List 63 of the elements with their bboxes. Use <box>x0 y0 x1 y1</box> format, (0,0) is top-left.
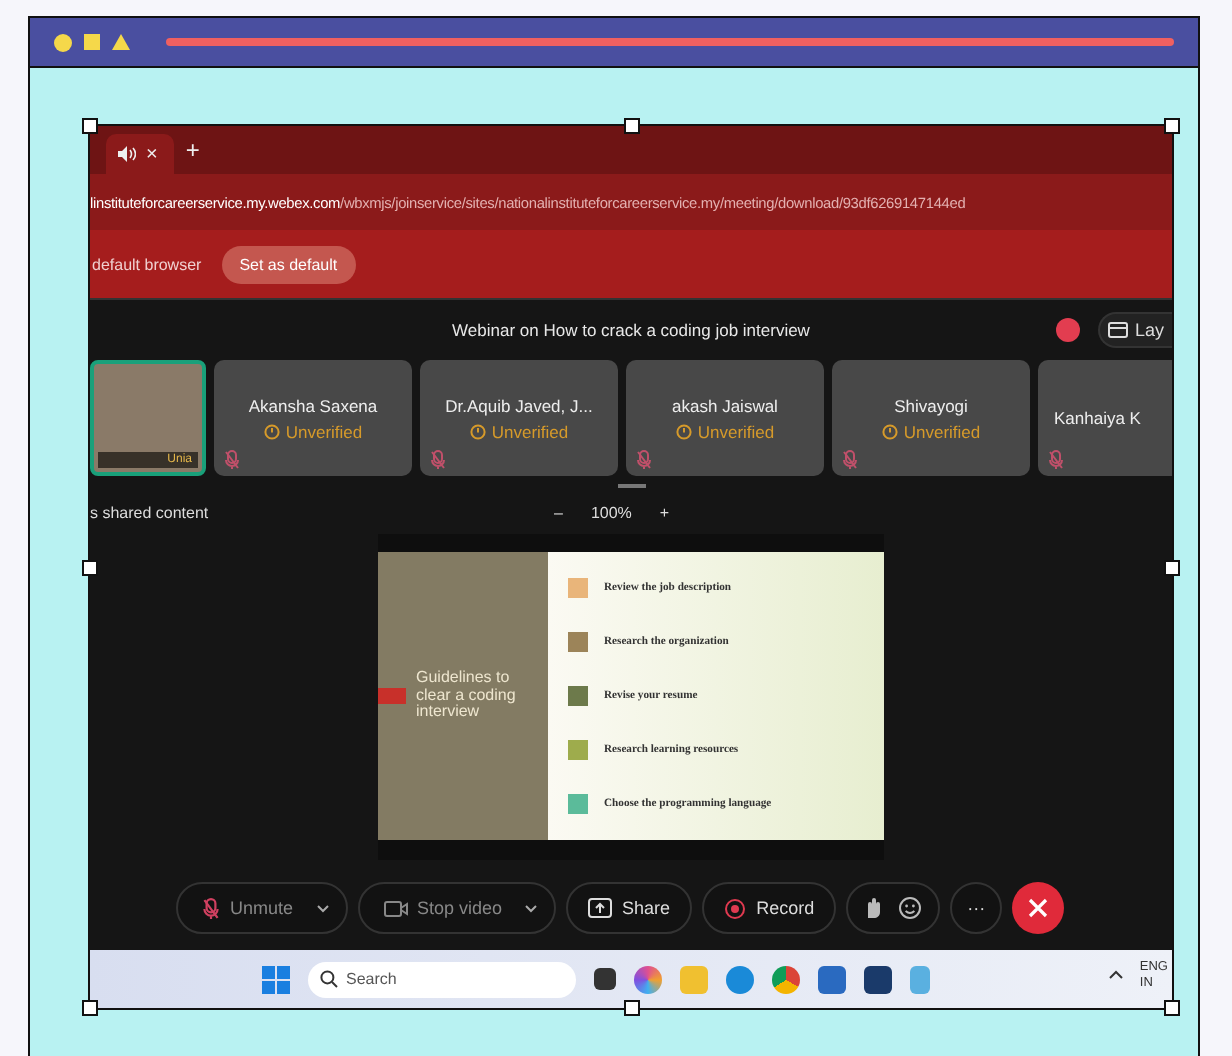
leave-button[interactable] <box>1012 882 1065 934</box>
circle-icon <box>54 33 72 51</box>
set-default-button[interactable]: Set as default <box>221 245 356 283</box>
new-tab-button[interactable]: + <box>185 136 200 164</box>
zoom-in-button[interactable]: + <box>659 503 670 521</box>
slide-title: Guidelines to clear a coding interview <box>416 670 518 722</box>
meeting-title: Webinar on How to crack a coding job interview <box>452 320 810 340</box>
resize-handle[interactable] <box>623 118 639 134</box>
hand-icon[interactable] <box>864 896 883 920</box>
share-icon <box>588 898 613 918</box>
participant-name: Dr.Aquib Javed, J... <box>445 395 593 415</box>
clock-icon <box>263 423 280 439</box>
record-button[interactable]: Record <box>702 882 837 934</box>
muted-mic-icon <box>842 450 858 470</box>
square-icon <box>84 34 100 50</box>
more-button[interactable]: ··· <box>950 882 1003 934</box>
search-field[interactable]: Search <box>308 961 576 997</box>
caret-icon <box>524 903 539 913</box>
muted-mic-icon <box>636 450 652 470</box>
browser-tab[interactable]: × <box>106 134 174 174</box>
caret-icon[interactable] <box>1108 970 1124 980</box>
shared-content-label: s shared content <box>90 503 209 521</box>
participant-name: Akansha Saxena <box>248 395 378 415</box>
muted-mic-icon <box>202 897 220 919</box>
participant-status: Unverified <box>881 421 981 441</box>
emoji-icon[interactable] <box>898 896 923 920</box>
tab-close[interactable]: × <box>146 143 158 165</box>
muted-mic-icon <box>224 450 240 470</box>
participant-name: Kanhaiya K <box>1054 408 1141 428</box>
resize-handle[interactable] <box>1164 559 1180 575</box>
speaker-icon <box>118 146 136 162</box>
unmute-button[interactable]: Unmute <box>176 882 348 934</box>
search-icon <box>320 970 338 988</box>
resize-handle[interactable] <box>82 559 98 575</box>
zoom-out-button[interactable]: – <box>554 503 563 521</box>
caret-icon <box>315 903 330 913</box>
muted-mic-icon <box>1048 450 1064 470</box>
layout-button[interactable]: Lay <box>1098 312 1172 348</box>
recording-indicator <box>1056 318 1080 342</box>
clock-icon <box>881 423 898 439</box>
participant-name: akash Jaiswal <box>672 395 778 415</box>
resize-handle[interactable] <box>1164 1000 1180 1016</box>
camera-icon <box>383 899 408 917</box>
zoom-level: 100% <box>590 503 632 521</box>
slide-marker <box>378 688 406 704</box>
clock-icon <box>469 423 486 439</box>
triangle-icon <box>112 34 130 50</box>
resize-handle[interactable] <box>1164 118 1180 134</box>
info-message: default browser <box>92 255 202 273</box>
layout-icon <box>1108 322 1129 338</box>
participant-name: Shivayogi <box>894 395 968 415</box>
participant-status: Unverified <box>469 421 569 441</box>
resize-handle[interactable] <box>82 1000 98 1016</box>
close-icon <box>1028 898 1049 918</box>
participant-status: Unverified <box>675 421 775 441</box>
record-icon <box>724 897 747 919</box>
resize-handle[interactable] <box>623 1000 639 1016</box>
share-button[interactable]: Share <box>566 882 693 934</box>
stop-video-button[interactable]: Stop video <box>357 882 557 934</box>
muted-mic-icon <box>430 450 446 470</box>
resize-handle[interactable] <box>82 118 98 134</box>
participant-status: Unverified <box>263 421 363 441</box>
clock-icon <box>675 423 692 439</box>
